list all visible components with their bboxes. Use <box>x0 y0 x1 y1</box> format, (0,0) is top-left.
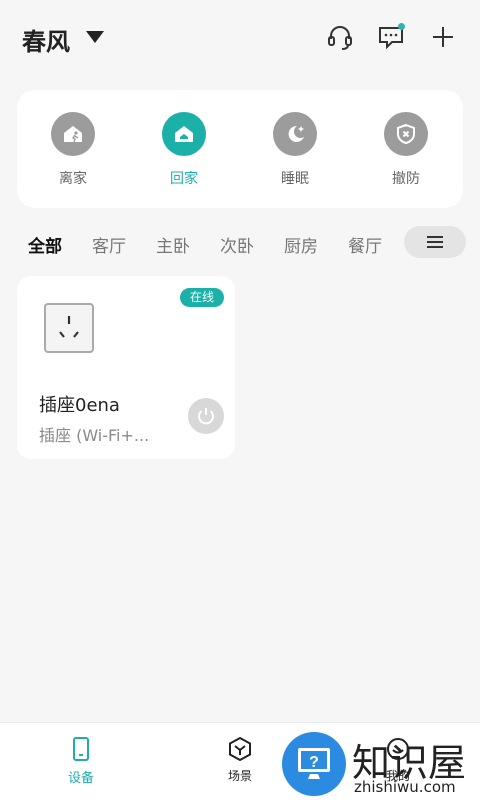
watermark-url: zhishiwu.com <box>354 778 456 796</box>
svg-text:?: ? <box>309 754 319 771</box>
nav-scenes[interactable]: 场景 <box>208 735 272 784</box>
status-badge: 在线 <box>179 288 224 307</box>
home-dropdown-icon[interactable] <box>86 31 104 43</box>
room-menu-button[interactable] <box>404 226 466 258</box>
tab-living-room[interactable]: 客厅 <box>92 232 126 257</box>
room-tabs: 全部 客厅 主卧 次卧 厨房 餐厅 <box>0 224 480 260</box>
home-name[interactable]: 春风 <box>22 22 70 57</box>
watermark: ? 知识屋 zhishiwu.com <box>282 728 480 800</box>
tab-dining-room[interactable]: 餐厅 <box>348 232 382 257</box>
leave-home-icon <box>51 112 95 156</box>
scene-label: 睡眠 <box>281 171 309 187</box>
scene-label: 离家 <box>59 171 87 187</box>
tab-second-bedroom[interactable]: 次卧 <box>220 232 254 257</box>
device-tablet-icon <box>73 737 89 761</box>
nav-devices[interactable]: 设备 <box>49 735 113 786</box>
message-icon[interactable] <box>376 22 406 52</box>
power-icon <box>198 408 214 425</box>
add-icon[interactable] <box>428 22 458 52</box>
scene-label: 撤防 <box>392 171 420 187</box>
disarm-shield-icon <box>384 112 428 156</box>
customer-support-icon[interactable] <box>325 22 355 52</box>
scene-sleep[interactable]: 睡眠 <box>260 112 330 188</box>
scene-label: 回家 <box>170 171 198 187</box>
socket-icon <box>44 303 94 353</box>
scene-return-home[interactable]: 回家 <box>149 112 219 188</box>
device-card[interactable]: 在线 插座0ena 插座 (Wi-Fi+... <box>17 276 235 459</box>
tab-kitchen[interactable]: 厨房 <box>284 232 318 257</box>
nav-label: 设备 <box>67 771 94 786</box>
scene-leave-home[interactable]: 离家 <box>38 112 108 188</box>
scene-card: 离家 回家 睡眠 撤防 <box>17 90 463 208</box>
app-screen: 春风 离家 回家 睡眠 撤防 全部 客厅 主卧 次卧 厨房 餐厅 在线 插座0e… <box>0 0 480 800</box>
tab-all[interactable]: 全部 <box>28 232 62 257</box>
sleep-moon-icon <box>273 112 317 156</box>
unread-dot <box>398 23 405 30</box>
top-bar: 春风 <box>0 0 480 76</box>
watermark-logo-icon: ? <box>282 732 346 796</box>
device-name: 插座0ena <box>39 395 120 416</box>
menu-icon <box>427 236 443 248</box>
scene-cube-icon <box>229 736 251 762</box>
power-button[interactable] <box>188 398 224 434</box>
tab-master-bedroom[interactable]: 主卧 <box>156 232 190 257</box>
scene-disarm[interactable]: 撤防 <box>371 112 441 188</box>
return-home-icon <box>162 112 206 156</box>
nav-label: 场景 <box>227 769 252 783</box>
device-type: 插座 (Wi-Fi+... <box>39 426 150 445</box>
